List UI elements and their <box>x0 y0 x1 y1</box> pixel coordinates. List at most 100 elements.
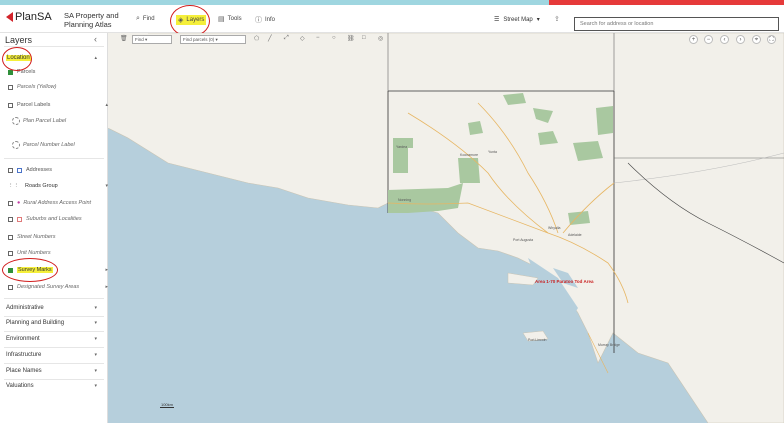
trash-icon[interactable]: 🗑 <box>120 35 128 42</box>
previous-extent-button[interactable]: ‹ <box>720 35 729 44</box>
checkbox-street-numbers[interactable] <box>8 234 13 240</box>
zoom-out-button[interactable]: − <box>704 35 713 44</box>
nav-find[interactable]: ⌕ Find <box>136 15 155 23</box>
section-location[interactable]: Location ▴ <box>6 55 104 61</box>
layer-plan-parcel-label[interactable]: Plan Parcel Label <box>12 117 119 125</box>
link-icon[interactable]: ⛓ <box>347 35 355 42</box>
layer-parcels-label: Parcels <box>17 69 36 75</box>
section-place-names[interactable]: Place Names ▾ <box>6 368 104 374</box>
share-icon[interactable]: ⇪ <box>554 15 560 23</box>
find-mode-select[interactable]: Find ▾ <box>132 35 172 44</box>
nav-tools[interactable]: ▤ Tools <box>218 15 242 23</box>
checkbox-rural-address[interactable] <box>8 200 13 206</box>
section-label: Valuations <box>6 383 34 389</box>
layer-street-numbers-label: Street Numbers <box>17 234 56 240</box>
layer-plan-parcel-label-label: Plan Parcel Label <box>23 118 67 124</box>
checkbox-parcels[interactable] <box>8 69 13 75</box>
layer-parcel-number-label[interactable]: Parcel Number Label <box>12 141 119 149</box>
layer-survey-marks[interactable]: Survey Marks ▸ <box>8 267 115 273</box>
layer-parcel-labels[interactable]: Parcel Labels ▴ <box>8 102 115 108</box>
zoom-in-button[interactable]: + <box>689 35 698 44</box>
draw-line-icon[interactable]: ╱ <box>268 35 272 42</box>
layer-roads-group-label: Roads Group <box>25 183 58 189</box>
basemap-label: Street Map <box>503 16 533 23</box>
map-canvas[interactable] <box>108 33 784 423</box>
radio-parcel-number-label[interactable] <box>12 141 20 149</box>
map-label-place: Port Lincoln <box>528 338 547 342</box>
next-extent-button[interactable]: › <box>736 35 745 44</box>
map-label-place: Yardea <box>396 145 408 149</box>
logo-text: PlanSA <box>15 11 52 23</box>
find-icon: ⌕ <box>136 15 140 22</box>
layer-street-numbers[interactable]: Street Numbers <box>8 234 115 240</box>
section-label: Place Names <box>6 368 42 374</box>
legend-swatch-icon <box>17 167 22 173</box>
basemap-icon: ☰ <box>494 17 500 23</box>
layer-parcels-yellow[interactable]: Parcels (Yellow) <box>8 84 115 90</box>
tools-icon: ▤ <box>218 16 225 23</box>
collapse-sidebar-icon[interactable]: ‹ <box>94 34 97 44</box>
radio-plan-parcel-label[interactable] <box>12 117 20 125</box>
point-icon[interactable]: ◇ <box>300 35 305 42</box>
locate-button[interactable]: ⌖ <box>752 35 761 44</box>
minus-icon[interactable]: − <box>316 35 320 41</box>
plansa-logo[interactable]: PlanSA <box>6 11 52 23</box>
checkbox-parcels-yellow[interactable] <box>8 84 13 90</box>
nav-info[interactable]: ⓘ Info <box>255 15 275 25</box>
nav-layers[interactable]: ◈ Layers <box>176 15 207 25</box>
basemap-selector[interactable]: ☰ Street Map ▾ <box>494 16 540 24</box>
logo-mark-icon <box>6 12 13 22</box>
layers-icon: ◈ <box>178 17 184 24</box>
nav-info-label: Info <box>265 17 276 23</box>
chevron-down-icon: ▾ <box>94 320 97 326</box>
section-planning[interactable]: Planning and Building ▾ <box>6 320 104 326</box>
checkbox-parcel-labels[interactable] <box>8 102 13 108</box>
map-label-place: Port Augusta <box>513 238 534 242</box>
section-label: Environment <box>6 336 40 342</box>
chevron-down-icon: ▾ <box>94 383 97 389</box>
layer-rural-address[interactable]: ● Rural Address Access Point <box>8 200 115 206</box>
group-handle-icon: ⋮⋮ <box>8 183 19 189</box>
layer-unit-numbers[interactable]: Unit Numbers <box>8 250 115 256</box>
layer-designated-survey-label: Designated Survey Areas <box>17 284 80 290</box>
checkbox-unit-numbers[interactable] <box>8 250 13 256</box>
fullscreen-button[interactable]: ⛶ <box>767 35 776 44</box>
map-label-place: Yunta <box>488 150 497 154</box>
nav-tools-label: Tools <box>227 16 242 22</box>
draw-polygon-icon[interactable]: ⬠ <box>254 35 259 42</box>
divider <box>4 316 104 317</box>
section-administrative[interactable]: Administrative ▾ <box>6 305 104 311</box>
divider <box>4 347 104 348</box>
divider <box>4 158 104 159</box>
layer-suburbs-label: Suburbs and Localities <box>26 216 82 222</box>
parcel-select[interactable]: Find parcels (0) ▾ <box>180 35 246 44</box>
chevron-up-icon: ▴ <box>105 102 108 108</box>
section-valuations[interactable]: Valuations ▾ <box>6 383 104 389</box>
checkbox-survey-marks[interactable] <box>8 267 13 273</box>
map-view[interactable]: Nonning Koonamore Yunta Yardea Whyalla P… <box>108 33 784 423</box>
circle-icon[interactable]: ○ <box>332 35 336 41</box>
square-icon[interactable]: □ <box>362 35 366 41</box>
section-label: Planning and Building <box>6 320 65 326</box>
layer-roads-group[interactable]: ⋮⋮ Roads Group ▾ <box>8 183 115 189</box>
section-environment[interactable]: Environment ▾ <box>6 336 104 342</box>
divider <box>4 298 104 299</box>
chevron-down-icon: ▾ <box>94 336 97 342</box>
section-infrastructure[interactable]: Infrastructure ▾ <box>6 352 104 358</box>
checkbox-designated-survey[interactable] <box>8 284 13 290</box>
parcel-select-value: Find parcels (0) <box>183 37 215 42</box>
target-icon[interactable]: ◎ <box>378 35 383 42</box>
app-title: SA Property and Planning Atlas <box>64 11 119 29</box>
divider <box>4 46 104 47</box>
search-input[interactable]: Search for address or location <box>574 17 779 31</box>
checkbox-addresses[interactable] <box>8 167 13 173</box>
chevron-down-icon: ▾ <box>94 352 97 358</box>
map-label-place: Nonning <box>398 198 412 202</box>
checkbox-suburbs[interactable] <box>8 216 13 222</box>
layer-parcels[interactable]: Parcels <box>8 69 115 75</box>
layer-designated-survey[interactable]: Designated Survey Areas ▸ <box>8 284 115 290</box>
chevron-down-icon: ▾ <box>536 17 540 23</box>
layer-addresses[interactable]: Addresses <box>8 167 115 173</box>
measure-icon[interactable]: ⤢ <box>284 35 289 42</box>
layer-suburbs[interactable]: Suburbs and Localities <box>8 216 115 222</box>
